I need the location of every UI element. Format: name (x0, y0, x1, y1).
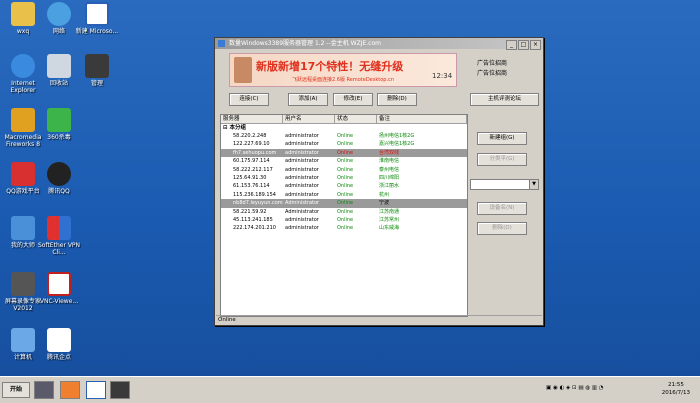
table-row[interactable]: 45.113.241.185 administrator Online 江苏常州 (221, 216, 467, 224)
start-button[interactable]: 开始 (2, 382, 30, 398)
delete-button[interactable]: 删除(D) (377, 93, 417, 106)
column-status[interactable]: 状态 (335, 115, 377, 123)
clock-date: 2016/7/13 (661, 390, 690, 396)
antivirus-icon (47, 108, 71, 132)
taskbar-media-icon[interactable] (60, 381, 80, 399)
list-header: 服务器 用户名 状态 备注 (221, 115, 467, 124)
server-group[interactable]: ⊟ 本分组 (221, 124, 467, 132)
desktop-icon-vnc[interactable]: VNC-Viewe... (36, 272, 82, 305)
tray-clock[interactable]: 21:55 2016/7/13 (662, 381, 690, 397)
qq-penguin-icon (47, 162, 71, 186)
status-bar: Online (216, 315, 542, 324)
table-row[interactable]: 61.153.76.114 administrator Online 浙江丽水 (221, 182, 467, 190)
window-titlebar[interactable]: 数量Windows3389服务器管理 1.2 --金主机 WZJE.com _ □… (215, 38, 543, 50)
internet-explorer-icon (11, 54, 35, 78)
add-button[interactable]: 添加(A) (288, 93, 328, 106)
desktop-icon-360[interactable]: 360杀毒 (36, 108, 82, 141)
banner-subtitle: 飞跃远程桌面连接2.6版 RemoteDesktop.cn (292, 77, 394, 83)
desktop-icon-tencent-qidian[interactable]: 腾讯企点 (36, 328, 82, 361)
table-row-selected[interactable]: fh7.sehuopu.com administrator Online 台湾双线 (221, 148, 467, 158)
softether-icon (47, 216, 71, 240)
vnc-icon (47, 272, 71, 296)
fireworks-icon (11, 108, 35, 132)
desktop-icon-manage[interactable]: 管理 (74, 54, 120, 87)
ad-link-1[interactable]: 广告位招商 (477, 59, 507, 69)
rename-group-button[interactable]: 分类平(G) (477, 153, 527, 166)
maximize-button[interactable]: □ (518, 40, 529, 50)
minimize-button[interactable]: _ (506, 40, 517, 50)
chevron-down-icon[interactable]: ▼ (529, 180, 538, 189)
table-row[interactable]: 58.220.2.248 administrator Online 扬州电信1核2G (221, 132, 467, 140)
clock-time: 21:55 (667, 382, 684, 388)
column-server[interactable]: 服务器 (221, 115, 283, 123)
start-label: 开始 (9, 386, 22, 393)
desktop: wxq 网络 新建 Microso... Internet Explorer 回… (0, 0, 700, 376)
desktop-icon-qq[interactable]: 腾讯QQ (36, 162, 82, 195)
desktop-icon-softether[interactable]: SoftEther VPN Cli... (36, 216, 82, 256)
taskbar: 开始 ▣ ◉ ◐ ◈ ⊡ ▤ ◍ ▥ ◔ 21:55 2016/7/13 (0, 376, 700, 403)
table-row[interactable]: 60.175.97.114 administrator Online 淮南电信 (221, 157, 467, 165)
window-title: 数量Windows3389服务器管理 1.2 --金主机 WZJE.com (229, 40, 381, 47)
table-row-highlighted[interactable]: nb8d7.leyuyun.com Administrator Online 宁波 (221, 199, 467, 208)
word-doc-icon (85, 2, 109, 26)
ad-banner[interactable]: 新版新增17个特性！无缝升级 飞跃远程桌面连接2.6版 RemoteDeskto… (229, 53, 457, 87)
server-manager-window[interactable]: 数量Windows3389服务器管理 1.2 --金主机 WZJE.com _ □… (214, 37, 544, 326)
banner-headline: 新版新增17个特性！无缝升级 (256, 60, 404, 73)
host-eval-forum-button[interactable]: 主机评测论坛 (470, 93, 539, 106)
new-group-button[interactable]: 新建组(G) (477, 132, 527, 145)
taskbar-server-manager-icon[interactable] (110, 381, 130, 399)
taskbar-explorer-icon[interactable] (34, 381, 54, 399)
column-note[interactable]: 备注 (377, 115, 467, 123)
ad-links: 广告位招商 广告位招商 (477, 59, 507, 79)
desktop-icon-word-doc[interactable]: 新建 Microso... (74, 2, 120, 35)
app-icon (218, 40, 225, 47)
table-row[interactable]: 122.227.69.10 administrator Online 嘉兴电信1核2G (221, 140, 467, 148)
taskbar-word-icon[interactable] (86, 381, 106, 399)
table-row[interactable]: 58.221.59.92 Administrator Online 江苏南通 (221, 208, 467, 216)
column-username[interactable]: 用户名 (283, 115, 335, 123)
server-list[interactable]: 服务器 用户名 状态 备注 ⊟ 本分组 58.220.2.248 administ… (220, 114, 468, 317)
table-row[interactable]: 125.64.91.30 administrator Online 四川绵阳 (221, 174, 467, 182)
manage-icon (85, 54, 109, 78)
table-row[interactable]: 115.236.189.154 administrator Online 杭州 (221, 191, 467, 199)
ad-link-2[interactable]: 广告位招商 (477, 69, 507, 79)
recycle-bin-icon (47, 54, 71, 78)
screen-recorder-icon (11, 272, 35, 296)
qq-game-icon (11, 162, 35, 186)
connect-button[interactable]: 连接(C) (229, 93, 269, 106)
delete-group-button[interactable]: 删除(D) (477, 222, 527, 235)
import-button[interactable]: 设备名(N) (477, 202, 527, 215)
network-icon (47, 2, 71, 26)
group-select[interactable]: ▼ (470, 179, 539, 190)
computer-icon (11, 328, 35, 352)
banner-image (234, 57, 252, 83)
group-name: 本分组 (229, 125, 247, 131)
folder-icon (11, 2, 35, 26)
table-row[interactable]: 58.222.212.117 administrator Online 泰州电信 (221, 166, 467, 174)
banner-clock: 12:34 (432, 72, 453, 80)
master-icon (11, 216, 35, 240)
tray-icons[interactable]: ▣ ◉ ◐ ◈ ⊡ ▤ ◍ ▥ ◔ (546, 385, 604, 391)
table-row[interactable]: 222.174.201.210 administrator Online 山东威海 (221, 224, 467, 232)
close-button[interactable]: × (530, 40, 541, 50)
edit-button[interactable]: 修改(E) (333, 93, 373, 106)
system-tray: ▣ ◉ ◐ ◈ ⊡ ▤ ◍ ▥ ◔ 21:55 2016/7/13 (546, 380, 696, 398)
tencent-qidian-icon (47, 328, 71, 352)
